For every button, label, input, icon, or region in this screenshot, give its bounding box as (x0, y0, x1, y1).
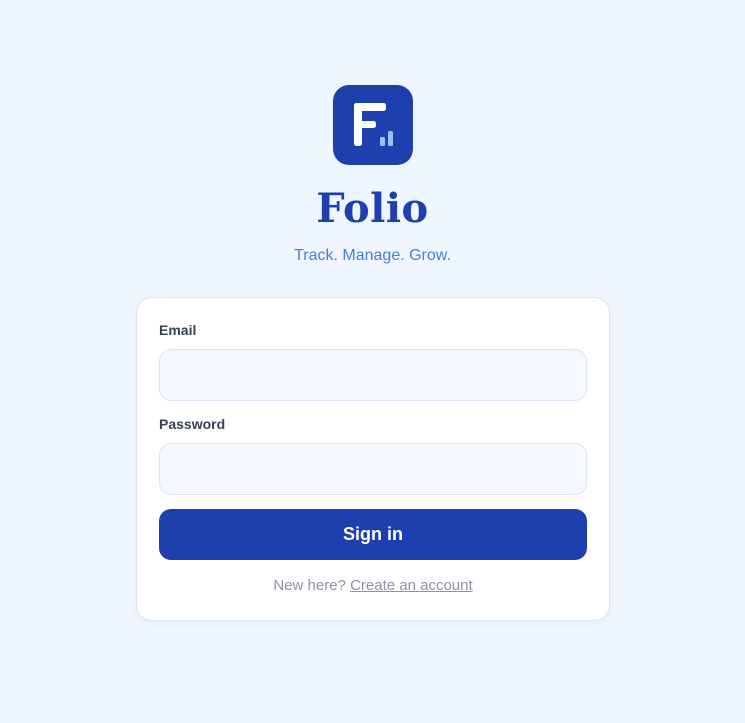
create-account-link[interactable]: Create an account (350, 577, 473, 594)
signup-prompt-text: New here? (273, 577, 346, 594)
app-tagline: Track. Manage. Grow. (294, 247, 451, 264)
login-card: Email Password Sign in New here? Create … (136, 297, 610, 621)
email-label: Email (159, 322, 197, 338)
sign-in-button[interactable]: Sign in (159, 509, 587, 560)
app-logo (333, 85, 413, 165)
app-name: Folio (316, 185, 429, 232)
password-label: Password (159, 416, 226, 432)
folio-logo-icon (354, 103, 393, 146)
password-field[interactable] (159, 443, 587, 495)
email-field[interactable] (159, 349, 587, 401)
signup-prompt-line: New here? Create an account (137, 576, 609, 596)
